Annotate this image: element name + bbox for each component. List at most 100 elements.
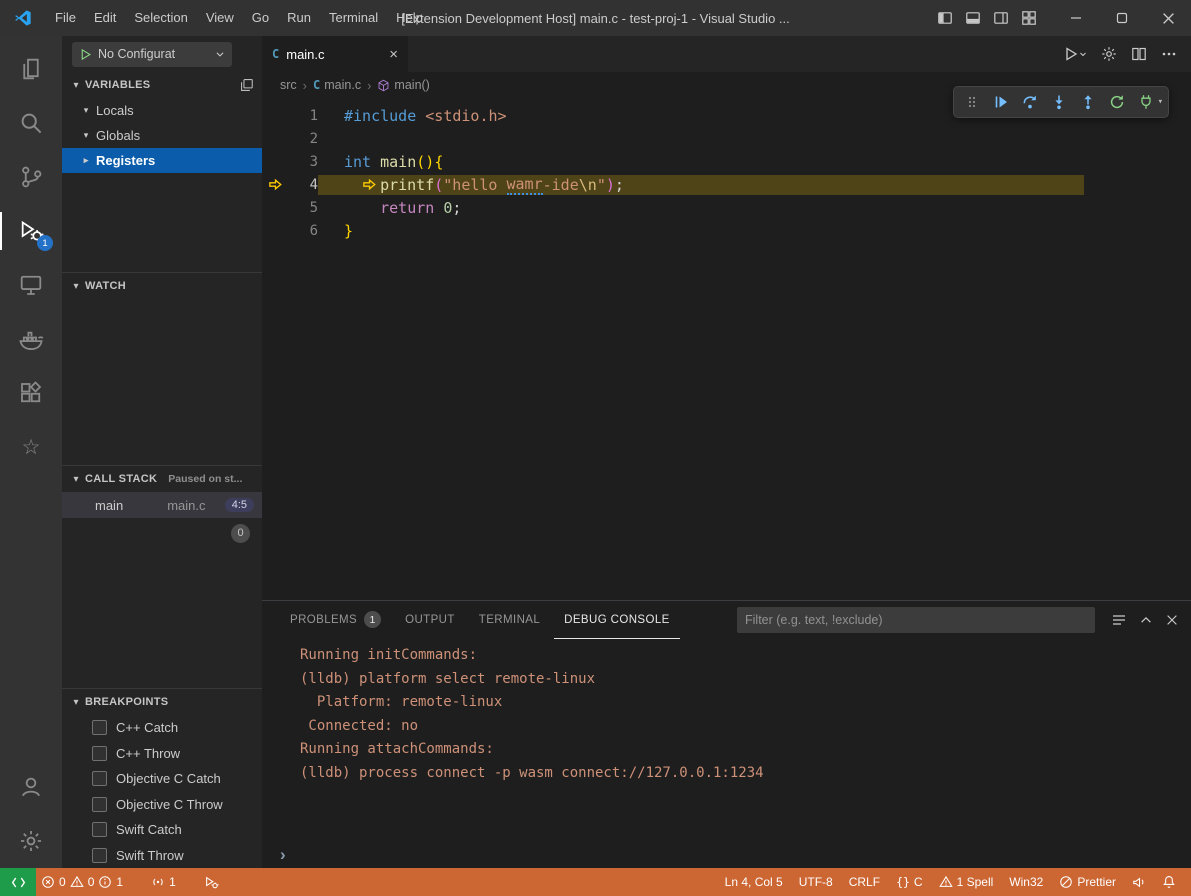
current-frame-arrow-icon[interactable] (262, 177, 288, 192)
code-line-3[interactable]: 3int main(){ (262, 150, 1191, 173)
vscode-logo-icon (0, 9, 46, 27)
remote-indicator[interactable] (0, 868, 36, 896)
code-line-5[interactable]: 5 return 0; (262, 196, 1191, 219)
collapse-all-icon[interactable] (240, 78, 254, 92)
bottom-panel: PROBLEMS 1 OUTPUT TERMINAL DEBUG CONSOLE… (262, 600, 1191, 868)
toggle-panel-icon[interactable] (963, 8, 983, 28)
breadcrumb-file[interactable]: Cmain.c (313, 78, 361, 92)
eol-indicator[interactable]: CRLF (844, 868, 885, 896)
tab-problems[interactable]: PROBLEMS 1 (280, 601, 391, 639)
start-debug-icon (79, 48, 92, 61)
variables-item-registers[interactable]: ▸ Registers (62, 148, 262, 173)
code-line-6[interactable]: 6} (262, 219, 1191, 242)
activitybar-explorer[interactable] (0, 42, 62, 96)
breadcrumb-src[interactable]: src (280, 78, 297, 92)
notifications-bell[interactable] (1157, 868, 1181, 896)
variables-item-globals[interactable]: ▾ Globals (62, 123, 262, 148)
platform-indicator[interactable]: Win32 (1004, 868, 1048, 896)
step-over-button[interactable] (1017, 89, 1044, 116)
problems-status[interactable]: 0 0 1 (36, 868, 128, 896)
cursor-position[interactable]: Ln 4, Col 5 (720, 868, 788, 896)
code-editor[interactable]: 1#include <stdio.h>23int main(){4 printf… (262, 98, 1191, 600)
debug-status[interactable] (199, 868, 224, 896)
menu-file[interactable]: File (46, 0, 85, 36)
breadcrumb-symbol[interactable]: main() (377, 78, 429, 92)
checkbox[interactable] (92, 720, 107, 735)
continue-button[interactable] (988, 89, 1015, 116)
drag-grip-icon[interactable] (959, 89, 986, 116)
more-actions-icon[interactable] (1161, 46, 1177, 62)
activitybar-run-debug[interactable]: 1 (0, 204, 62, 258)
watch-header[interactable]: ▾ WATCH (62, 273, 262, 299)
maximize-panel-icon[interactable] (1139, 613, 1153, 627)
variables-header[interactable]: ▾ VARIABLES (62, 72, 262, 98)
activitybar-settings[interactable] (0, 814, 62, 868)
menu-view[interactable]: View (197, 0, 243, 36)
warning-icon (939, 875, 953, 889)
checkbox[interactable] (92, 822, 107, 837)
run-file-button[interactable] (1063, 46, 1087, 62)
callstack-header[interactable]: ▾ CALL STACK Paused on st... (62, 466, 262, 492)
restart-button[interactable] (1104, 89, 1131, 116)
ports-status[interactable]: 1 (146, 868, 181, 896)
chevron-down-icon[interactable]: ▾ (1158, 97, 1163, 107)
activitybar-source-control[interactable] (0, 150, 62, 204)
configure-gear-icon[interactable] (1101, 46, 1117, 62)
search-icon (19, 111, 43, 135)
menu-go[interactable]: Go (243, 0, 278, 36)
breakpoint-cpp-catch[interactable]: C++ Catch (62, 715, 262, 741)
activitybar-docker[interactable] (0, 312, 62, 366)
step-out-button[interactable] (1075, 89, 1102, 116)
step-into-button[interactable] (1046, 89, 1073, 116)
checkbox[interactable] (92, 797, 107, 812)
stack-frame-row[interactable]: main main.c 4:5 (62, 492, 262, 518)
activitybar-remote-explorer[interactable] (0, 258, 62, 312)
tab-terminal[interactable]: TERMINAL (469, 601, 550, 639)
close-tab-icon[interactable]: × (389, 46, 398, 63)
activitybar-account[interactable] (0, 760, 62, 814)
checkbox[interactable] (92, 848, 107, 863)
breakpoints-header[interactable]: ▾ BREAKPOINTS (62, 689, 262, 715)
line-content: printf("hello wamr-ide\n"); (318, 175, 1191, 195)
tab-debug-console[interactable]: DEBUG CONSOLE (554, 601, 680, 639)
menu-selection[interactable]: Selection (125, 0, 196, 36)
close-window-button[interactable] (1145, 0, 1191, 36)
code-line-4[interactable]: 4 printf("hello wamr-ide\n"); (262, 173, 1191, 196)
tab-main-c[interactable]: C main.c × (262, 36, 408, 72)
activitybar-extensions[interactable] (0, 366, 62, 420)
maximize-button[interactable] (1099, 0, 1145, 36)
toggle-secondary-sidebar-icon[interactable] (991, 8, 1011, 28)
debug-console-output[interactable]: Running initCommands: (lldb) platform se… (262, 639, 1191, 842)
menu-terminal[interactable]: Terminal (320, 0, 387, 36)
checkbox[interactable] (92, 746, 107, 761)
customize-layout-icon[interactable] (1019, 8, 1039, 28)
chevron-right-icon: › (367, 78, 371, 93)
breakpoint-swift-throw[interactable]: Swift Throw (62, 843, 262, 869)
menu-edit[interactable]: Edit (85, 0, 125, 36)
language-mode[interactable]: {} C (891, 868, 928, 896)
menu-run[interactable]: Run (278, 0, 320, 36)
checkbox[interactable] (92, 771, 107, 786)
console-filter-input[interactable] (737, 607, 1095, 633)
prettier-status[interactable]: Prettier (1054, 868, 1121, 896)
breakpoint-swift-catch[interactable]: Swift Catch (62, 817, 262, 843)
tab-output[interactable]: OUTPUT (395, 601, 465, 639)
spell-checker-status[interactable]: 1 Spell (934, 868, 999, 896)
breakpoint-objc-throw[interactable]: Objective C Throw (62, 792, 262, 818)
console-input[interactable]: › (262, 842, 1191, 868)
debug-config-dropdown[interactable]: No Configurat (72, 42, 232, 67)
encoding-indicator[interactable]: UTF-8 (794, 868, 838, 896)
variables-item-locals[interactable]: ▾ Locals (62, 98, 262, 123)
toggle-sidebar-icon[interactable] (935, 8, 955, 28)
activitybar-favorites[interactable]: ☆ (0, 420, 62, 474)
feedback-button[interactable] (1127, 868, 1151, 896)
code-line-2[interactable]: 2 (262, 127, 1191, 150)
activitybar-search[interactable] (0, 96, 62, 150)
disconnect-button[interactable] (1133, 89, 1160, 116)
split-editor-icon[interactable] (1131, 46, 1147, 62)
breakpoint-cpp-throw[interactable]: C++ Throw (62, 741, 262, 767)
close-panel-icon[interactable] (1165, 613, 1179, 627)
console-menu-icon[interactable] (1111, 612, 1127, 628)
breakpoint-objc-catch[interactable]: Objective C Catch (62, 766, 262, 792)
minimize-button[interactable] (1053, 0, 1099, 36)
